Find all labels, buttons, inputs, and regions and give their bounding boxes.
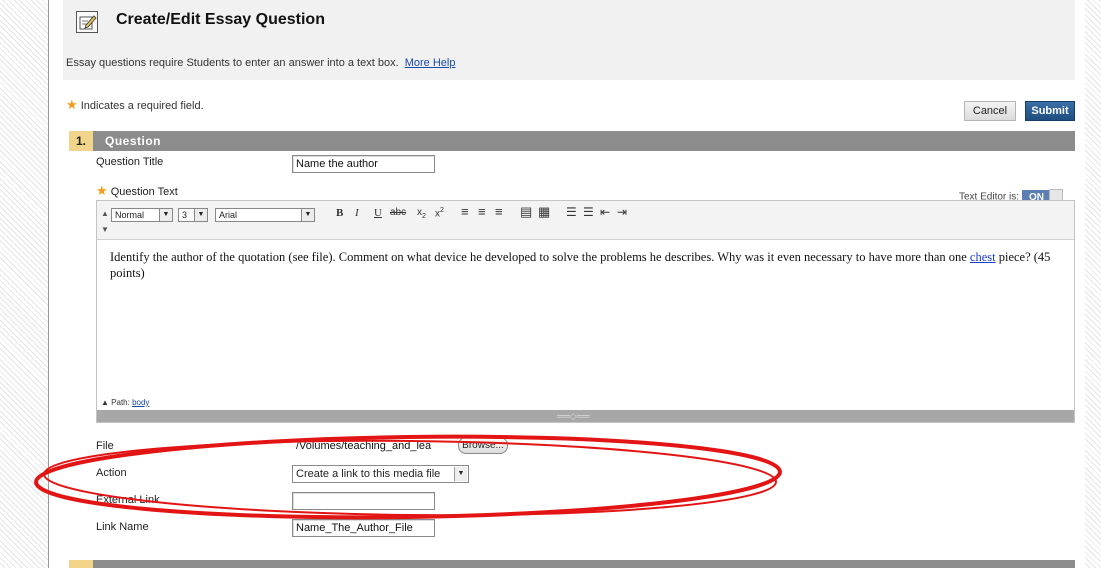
resize-grip-icon: ══◇══ bbox=[557, 411, 590, 421]
subscript-icon[interactable]: x2 bbox=[417, 207, 426, 220]
align-left-icon[interactable]: ≡ bbox=[461, 204, 469, 219]
font-select[interactable]: Arial ▼ bbox=[215, 208, 315, 222]
page-title: Create/Edit Essay Question bbox=[116, 11, 325, 28]
align-center-icon[interactable]: ≡ bbox=[478, 204, 486, 219]
bold-icon[interactable]: B bbox=[336, 207, 343, 219]
path-arrow-icon: ▲ bbox=[101, 398, 109, 407]
left-border-line bbox=[48, 0, 49, 568]
link-name-label: Link Name bbox=[96, 521, 149, 533]
format-select[interactable]: Normal ▼ bbox=[111, 208, 173, 222]
size-select[interactable]: 3 ▼ bbox=[178, 208, 208, 222]
required-star-icon: ★ bbox=[96, 183, 108, 198]
collapse-up-icon[interactable]: ▲ bbox=[101, 209, 109, 218]
file-path-value: /Volumes/teaching_and_lea bbox=[296, 440, 432, 452]
format-value: Normal bbox=[115, 210, 145, 220]
link-name-input[interactable] bbox=[292, 519, 435, 537]
size-value: 3 bbox=[182, 210, 188, 220]
question-title-label: Question Title bbox=[96, 156, 164, 168]
action-select[interactable]: Create a link to this media file ▼ bbox=[292, 465, 469, 483]
editor-path-bar: ▲ Path: body bbox=[97, 396, 1074, 410]
path-label: Path: bbox=[111, 398, 130, 407]
next-section-header bbox=[69, 560, 1075, 568]
submit-button[interactable]: Submit bbox=[1025, 101, 1075, 121]
instructions-text: Essay questions require Students to ente… bbox=[66, 57, 399, 69]
chevron-down-icon: ▼ bbox=[159, 209, 172, 221]
question-text-part1: Identify the author of the quotation (se… bbox=[110, 250, 970, 264]
question-text-label: ★ Question Text bbox=[96, 183, 178, 199]
numbered-list-icon[interactable]: ☰ bbox=[566, 205, 577, 219]
italic-icon[interactable]: I bbox=[355, 207, 359, 219]
chevron-down-icon: ▼ bbox=[454, 467, 467, 481]
strikethrough-icon[interactable]: abc bbox=[390, 207, 406, 218]
underline-icon[interactable]: U bbox=[374, 207, 382, 219]
page-header: Create/Edit Essay Question Essay questio… bbox=[63, 0, 1075, 80]
chevron-down-icon: ▼ bbox=[301, 209, 314, 221]
indent-icon[interactable]: ⇥ bbox=[617, 205, 627, 219]
section-title: Question bbox=[105, 134, 162, 148]
editor-content[interactable]: Identify the author of the quotation (se… bbox=[110, 249, 1060, 281]
path-body-link[interactable]: body bbox=[132, 398, 149, 407]
insert-table-icon[interactable]: ▦ bbox=[538, 204, 550, 220]
main-content: Create/Edit Essay Question Essay questio… bbox=[63, 0, 1075, 568]
question-title-input[interactable] bbox=[292, 155, 435, 173]
page-instructions: Essay questions require Students to ente… bbox=[66, 57, 455, 69]
required-star-icon: ★ bbox=[66, 97, 78, 112]
question-text-label-text: Question Text bbox=[110, 186, 178, 198]
collapse-down-icon[interactable]: ▼ bbox=[101, 225, 109, 234]
next-section-number bbox=[69, 560, 93, 568]
left-page-margin bbox=[0, 0, 48, 568]
outdent-icon[interactable]: ⇤ bbox=[600, 205, 610, 219]
editor-resize-handle[interactable]: ══◇══ bbox=[97, 410, 1074, 422]
file-label: File bbox=[96, 440, 114, 452]
action-label: Action bbox=[96, 467, 127, 479]
required-note-text: Indicates a required field. bbox=[80, 100, 204, 112]
bulleted-list-icon[interactable]: ☰ bbox=[583, 205, 594, 219]
external-link-input[interactable] bbox=[292, 492, 435, 510]
insert-image-icon[interactable]: ▤ bbox=[520, 204, 532, 220]
right-page-margin bbox=[1085, 0, 1101, 568]
section-number: 1. bbox=[69, 131, 93, 151]
font-value: Arial bbox=[219, 210, 238, 220]
chevron-down-icon: ▼ bbox=[194, 209, 207, 221]
required-note: ★ Indicates a required field. bbox=[66, 97, 204, 113]
superscript-icon[interactable]: x2 bbox=[435, 207, 444, 219]
cancel-button[interactable]: Cancel bbox=[964, 101, 1016, 121]
browse-button[interactable]: Browse... bbox=[458, 437, 508, 454]
edit-question-icon bbox=[76, 11, 98, 33]
more-help-link[interactable]: More Help bbox=[405, 57, 456, 69]
action-select-value: Create a link to this media file bbox=[296, 468, 441, 480]
section-header-question: 1. Question bbox=[69, 131, 1075, 151]
editor-toolbar: ▲ ▼ Normal ▼ 3 ▼ Arial ▼ B I U abc x2 x2… bbox=[97, 201, 1074, 240]
align-right-icon[interactable]: ≡ bbox=[495, 204, 503, 219]
external-link-label: External Link bbox=[96, 494, 160, 506]
question-text-editor[interactable]: ▲ ▼ Normal ▼ 3 ▼ Arial ▼ B I U abc x2 x2… bbox=[96, 200, 1075, 423]
chest-link[interactable]: chest bbox=[970, 250, 996, 264]
